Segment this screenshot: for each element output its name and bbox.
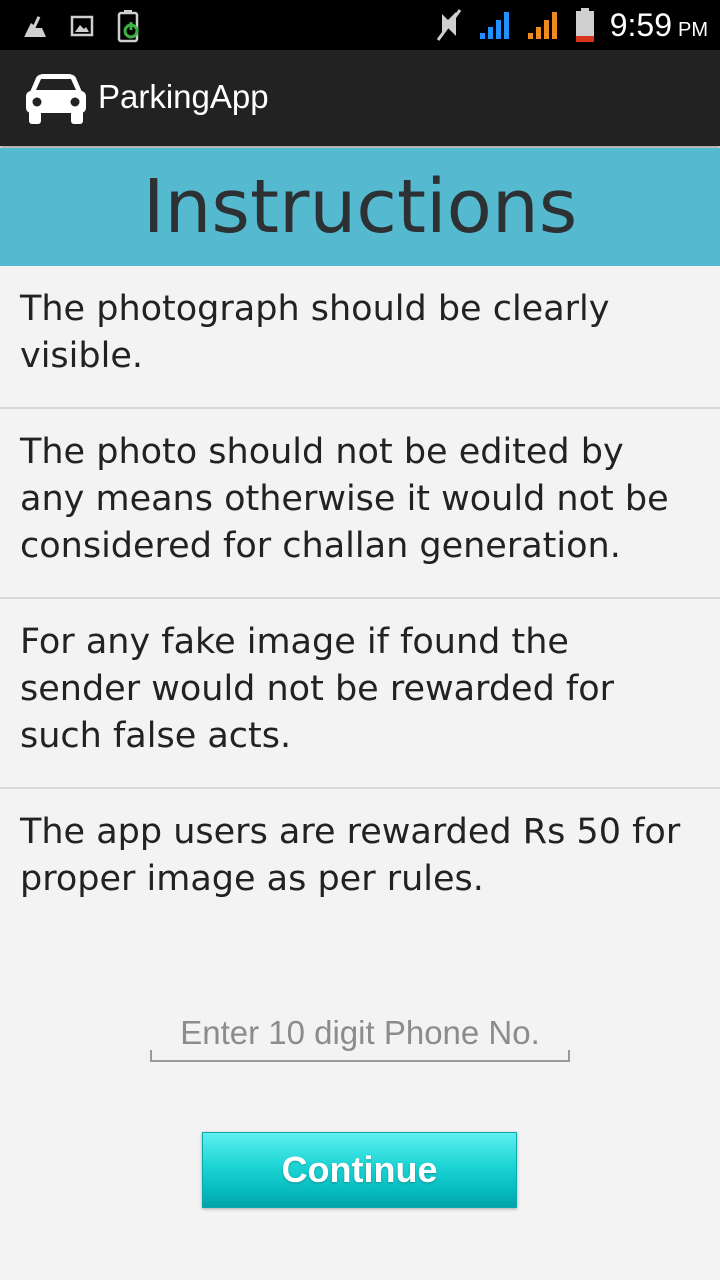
phone-field xyxy=(150,1006,570,1062)
instructions-header: Instructions xyxy=(0,148,720,266)
image-icon xyxy=(70,14,94,38)
instruction-item: For any fake image if found the sender w… xyxy=(0,599,720,789)
page-title: Instructions xyxy=(142,164,578,250)
signal-icon-2 xyxy=(526,9,560,41)
signal-icon-1 xyxy=(478,9,512,41)
battery-saver-icon xyxy=(116,9,142,43)
battery-icon xyxy=(574,7,596,43)
instruction-item: The photo should not be edited by any me… xyxy=(0,409,720,599)
phone-input[interactable] xyxy=(150,1006,570,1060)
instruction-item: The photograph should be clearly visible… xyxy=(0,266,720,409)
continue-button[interactable]: Continue xyxy=(202,1132,517,1208)
car-icon xyxy=(24,72,88,126)
app-bar: ParkingApp xyxy=(0,50,720,146)
app-title: ParkingApp xyxy=(98,78,269,115)
status-bar: 9:59 PM xyxy=(0,0,720,50)
clock: 9:59 PM xyxy=(609,6,708,43)
mute-icon xyxy=(434,8,464,42)
cleaner-icon xyxy=(22,13,48,39)
instruction-item: The app users are rewarded Rs 50 for pro… xyxy=(20,812,681,899)
